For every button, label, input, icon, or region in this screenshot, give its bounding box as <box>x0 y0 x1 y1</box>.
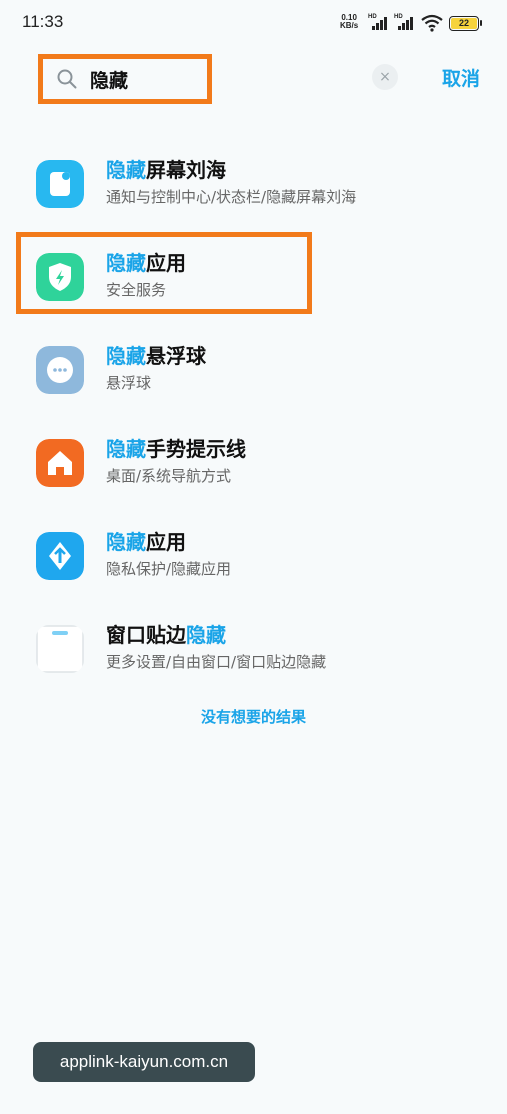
search-icon <box>57 69 77 89</box>
result-subtitle: 桌面/系统导航方式 <box>106 467 232 485</box>
security-shield-icon <box>36 253 84 301</box>
notch-settings-icon <box>36 160 84 208</box>
window-edge-icon <box>36 625 84 673</box>
search-result-item[interactable]: 隐藏应用 隐私保护/隐藏应用 <box>36 522 476 592</box>
search-result-item[interactable]: 隐藏屏幕刘海 通知与控制中心/状态栏/隐藏屏幕刘海 <box>36 150 476 220</box>
clear-search-button[interactable]: × <box>372 64 398 90</box>
network-speed: 0.10 KB/s <box>340 14 358 30</box>
status-bar: 11:33 0.10 KB/s HD HD 22 <box>0 0 507 46</box>
privacy-protection-icon <box>36 532 84 580</box>
search-result-item[interactable]: 窗口贴边隐藏 更多设置/自由窗口/窗口贴边隐藏 <box>36 615 476 685</box>
result-subtitle: 悬浮球 <box>106 374 152 392</box>
home-icon <box>36 439 84 487</box>
search-result-item[interactable]: 隐藏悬浮球 悬浮球 <box>36 336 476 406</box>
wifi-icon <box>421 14 443 32</box>
result-subtitle: 安全服务 <box>106 281 167 299</box>
result-title: 隐藏应用 <box>106 251 186 275</box>
result-subtitle: 隐私保护/隐藏应用 <box>106 560 232 578</box>
network-speed-unit: KB/s <box>340 21 359 30</box>
signal-1-icon: HD <box>368 14 390 30</box>
signal-1-hd-label: HD <box>368 14 377 20</box>
battery-icon: 22 <box>449 16 482 31</box>
status-time: 11:33 <box>22 12 64 31</box>
result-title: 隐藏手势提示线 <box>106 437 246 461</box>
result-title: 隐藏屏幕刘海 <box>106 158 226 182</box>
result-subtitle: 通知与控制中心/状态栏/隐藏屏幕刘海 <box>106 188 357 206</box>
search-input[interactable] <box>90 64 200 94</box>
result-title: 隐藏应用 <box>106 530 186 554</box>
result-title: 隐藏悬浮球 <box>106 344 206 368</box>
battery-level: 22 <box>451 18 477 29</box>
signal-2-hd-label: HD <box>394 14 403 20</box>
search-result-item[interactable]: 隐藏手势提示线 桌面/系统导航方式 <box>36 429 476 499</box>
no-result-link[interactable]: 没有想要的结果 <box>0 706 507 727</box>
cancel-button[interactable]: 取消 <box>442 64 480 91</box>
search-bar[interactable] <box>42 56 212 102</box>
result-subtitle: 更多设置/自由窗口/窗口贴边隐藏 <box>106 653 327 671</box>
search-result-item[interactable]: 隐藏应用 安全服务 <box>36 243 476 313</box>
watermark-label: applink-kaiyun.com.cn <box>33 1042 255 1082</box>
signal-2-icon: HD <box>394 14 416 30</box>
result-title: 窗口贴边隐藏 <box>106 623 226 647</box>
floating-ball-icon <box>36 346 84 394</box>
